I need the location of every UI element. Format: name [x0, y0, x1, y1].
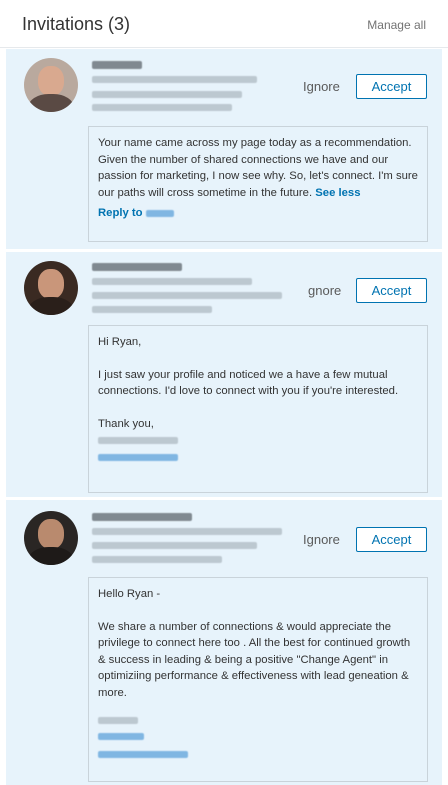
reply-link-redacted[interactable] [98, 454, 178, 461]
invitation-card: gnore Accept Hi Ryan, I just saw your pr… [6, 252, 442, 497]
message-text: Your name came across my page today as a… [98, 137, 418, 199]
ignore-button[interactable]: Ignore [303, 79, 340, 94]
message-text: I just saw your profile and noticed we a… [98, 368, 399, 398]
invitations-title: Invitations (3) [22, 14, 131, 34]
invitation-card: Ignore Accept Your name came across my p… [6, 49, 442, 249]
shared-connections-redacted [92, 306, 212, 313]
sender-signature-redacted [98, 717, 138, 724]
sender-headline-redacted [92, 542, 257, 549]
sender-name-redacted[interactable] [92, 61, 142, 69]
invitation-message: Hi Ryan, I just saw your profile and not… [88, 325, 428, 493]
invitation-message: Your name came across my page today as a… [88, 126, 428, 242]
sender-avatar[interactable] [24, 511, 78, 565]
ignore-button[interactable]: Ignore [303, 532, 340, 547]
sender-headline-redacted [92, 528, 282, 535]
invitations-header: Invitations (3) Manage all [0, 0, 448, 48]
accept-button[interactable]: Accept [356, 278, 427, 303]
message-sign-off: Thank you, [98, 417, 154, 430]
message-greeting: Hi Ryan, [98, 336, 142, 348]
sender-link-redacted[interactable] [98, 733, 144, 740]
reply-recipient-redacted[interactable] [145, 210, 174, 217]
sender-signature-redacted [98, 437, 178, 444]
reply-link-redacted[interactable] [98, 751, 188, 758]
see-less-link[interactable]: See less [315, 187, 360, 199]
sender-name-redacted[interactable] [92, 263, 182, 271]
sender-avatar[interactable] [24, 58, 78, 112]
accept-button[interactable]: Accept [356, 527, 427, 552]
message-text: We share a number of connections & would… [98, 620, 411, 699]
shared-connections-redacted [92, 556, 222, 563]
shared-connections-redacted [92, 104, 232, 111]
sender-headline-redacted [92, 76, 257, 83]
reply-link[interactable]: Reply to [98, 207, 143, 219]
shared-connections-redacted [92, 91, 242, 98]
sender-headline-redacted [92, 278, 252, 285]
message-greeting: Hello Ryan - [98, 588, 161, 600]
invitation-card: Ignore Accept Hello Ryan - We share a nu… [6, 500, 442, 785]
invitation-message: Hello Ryan - We share a number of connec… [88, 577, 428, 782]
accept-button[interactable]: Accept [356, 74, 427, 99]
sender-avatar[interactable] [24, 261, 78, 315]
manage-all-link[interactable]: Manage all [367, 18, 426, 32]
sender-headline-redacted [92, 292, 282, 299]
ignore-button[interactable]: gnore [308, 283, 341, 298]
sender-name-redacted[interactable] [92, 513, 192, 521]
